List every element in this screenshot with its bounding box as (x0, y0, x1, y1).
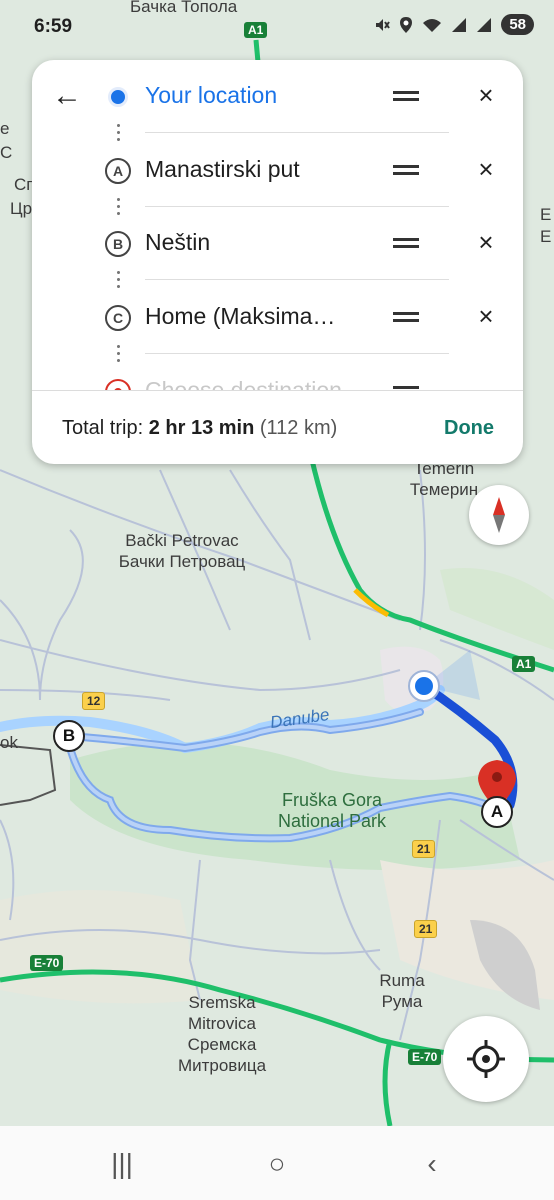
crosshair-icon (467, 1040, 505, 1078)
map-label-right-b: E (540, 227, 552, 246)
map-label-backi-petrovac: Bački Petrovac Бачки Петровац (118, 530, 246, 572)
road-shield-21-south: 21 (414, 920, 438, 938)
stop-label-c[interactable]: Home (Maksima… (145, 303, 335, 330)
route-marker-a[interactable]: A (481, 796, 513, 828)
road-shield-21: 21 (412, 840, 436, 858)
location-icon (400, 16, 413, 33)
back-nav-button[interactable]: ‹ (412, 1148, 452, 1180)
trip-total-prefix: Total trip: (62, 417, 149, 439)
remove-stop-button[interactable]: × (472, 151, 500, 187)
waypoint-a-icon: A (105, 158, 131, 184)
your-location-dot-icon (108, 87, 128, 107)
status-bar: 6:59 58 (0, 0, 554, 56)
stops-list: ← Your location × A Manastirski put × B … (32, 60, 523, 390)
map-label-sremska-latin: Sremska Mitrovica (187, 993, 256, 1033)
status-icons: 58 (374, 14, 534, 35)
road-shield-12: 12 (82, 692, 106, 710)
divider (145, 279, 449, 280)
map-label-left-cr: Цр (10, 199, 33, 218)
road-shield-e70-east: E-70 (408, 1049, 442, 1065)
remove-stop-button[interactable]: × (472, 298, 500, 334)
map-label-ruma-cyrillic: Рума (381, 992, 423, 1011)
home-button[interactable]: ○ (257, 1148, 297, 1180)
route-marker-b[interactable]: B (53, 720, 85, 752)
choose-destination-input[interactable]: Choose destination (145, 377, 342, 390)
stop-row-a[interactable]: A Manastirski put × (32, 134, 523, 208)
remove-stop-button[interactable]: × (472, 224, 500, 260)
current-location-dot (415, 677, 433, 695)
map-label-sremska-cyrillic: Сремска Митровица (177, 1035, 267, 1075)
stop-row-c[interactable]: C Home (Maksima… × (32, 281, 523, 355)
map-label-left-e: e (0, 119, 10, 138)
map-label-left-c: C (0, 143, 13, 162)
trip-total-time: 2 hr 13 min (148, 417, 255, 439)
compass-button[interactable] (469, 485, 529, 545)
trip-total: Total trip: 2 hr 13 min (112 km) (62, 417, 337, 440)
stop-label-a[interactable]: Manastirski put (145, 156, 300, 183)
divider (145, 353, 449, 354)
waypoint-b-icon: B (105, 231, 131, 257)
remove-stop-button[interactable]: × (472, 77, 500, 113)
divider (145, 132, 449, 133)
system-nav-bar: ||| ○ ‹ (0, 1126, 554, 1200)
back-chevron-icon: ‹ (427, 1148, 437, 1179)
drag-handle-icon[interactable] (393, 91, 419, 101)
directions-card: ← Your location × A Manastirski put × B … (32, 60, 523, 464)
destination-icon (105, 379, 131, 390)
trip-summary: Total trip: 2 hr 13 min (112 km) Done (32, 390, 523, 464)
map-label-ruma: Ruma Рума (372, 970, 432, 1012)
drag-handle-icon[interactable] (393, 165, 419, 175)
status-time: 6:59 (34, 16, 73, 37)
trip-total-distance: (112 km) (254, 417, 338, 439)
map-label-backi-petrovac-latin: Bački Petrovac (125, 531, 239, 550)
map-label-right-e: E (540, 205, 552, 224)
waypoint-c-icon: C (105, 305, 131, 331)
road-shield-a1-east: A1 (512, 656, 536, 672)
signal-icon (452, 17, 467, 32)
wifi-icon (423, 18, 442, 32)
signal-icon (477, 17, 492, 32)
road-shield-e70-west: E-70 (30, 955, 64, 971)
done-button[interactable]: Done (444, 417, 494, 440)
my-location-button[interactable] (443, 1016, 529, 1102)
map-label-ruma-latin: Ruma (379, 971, 425, 990)
stop-row-origin[interactable]: Your location × (32, 60, 523, 134)
map-label-ok: ok (0, 733, 18, 752)
compass-icon (493, 497, 505, 533)
map-label-sremska-mitrovica: Sremska Mitrovica Сремска Митровица (170, 992, 274, 1076)
stop-label-origin[interactable]: Your location (145, 82, 277, 109)
recents-icon: ||| (111, 1148, 133, 1179)
mute-icon (376, 18, 391, 31)
drag-handle-icon[interactable] (393, 312, 419, 322)
home-icon: ○ (268, 1148, 286, 1179)
recents-button[interactable]: ||| (102, 1148, 142, 1180)
map-label-left-cp: Сг (14, 175, 33, 194)
battery-indicator: 58 (501, 14, 534, 35)
drag-handle-icon[interactable] (393, 238, 419, 248)
stop-row-destination[interactable]: Choose destination (32, 355, 523, 390)
stop-row-b[interactable]: B Neštin × (32, 207, 523, 281)
stop-label-b[interactable]: Neštin (145, 229, 210, 256)
map-label-backi-petrovac-cyrillic: Бачки Петровац (118, 552, 246, 571)
map-label-fruska-gora: Fruška Gora National Park (277, 790, 387, 831)
